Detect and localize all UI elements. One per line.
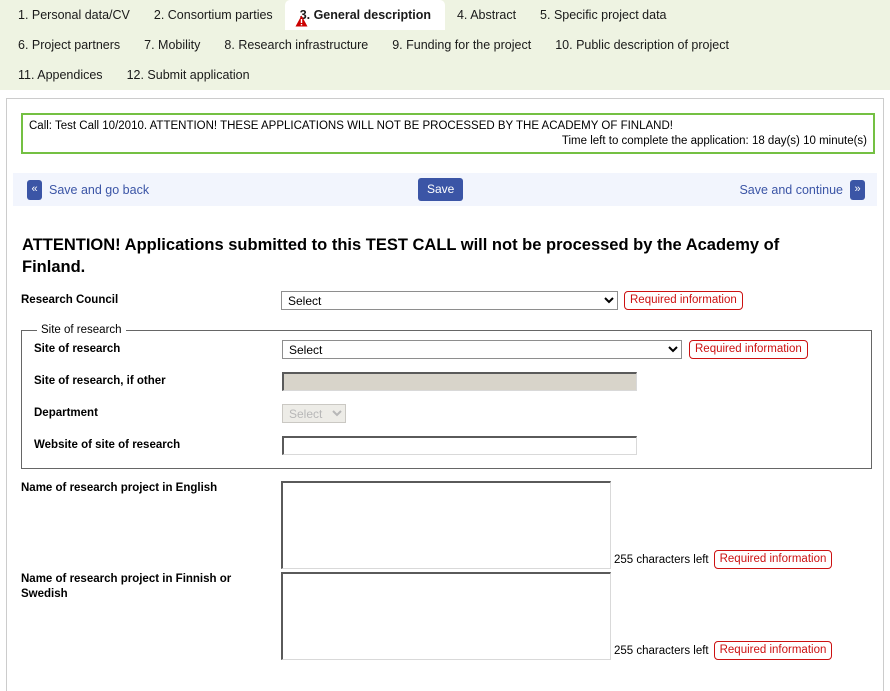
required-badge-research-council: Required information <box>624 291 743 310</box>
tab-label: 10. Public description of project <box>555 38 729 52</box>
save-button-wrapper: Save <box>418 173 464 206</box>
tab-funding-for-the-project[interactable]: 9. Funding for the project <box>380 30 543 60</box>
field-site-of-research: Site of research Select Required informa… <box>34 340 871 359</box>
characters-left-finnish-swedish: 255 characters left <box>614 644 709 657</box>
required-badge-site-of-research: Required information <box>689 340 808 359</box>
field-project-name-english: Name of research project in English 255 … <box>21 481 869 569</box>
tab-specific-project-data[interactable]: 5. Specific project data <box>528 0 678 30</box>
save-and-go-back-button[interactable]: « Save and go back <box>27 173 149 206</box>
characters-left-english: 255 characters left <box>614 553 709 566</box>
tab-label: 1. Personal data/CV <box>18 8 130 22</box>
tab-project-partners[interactable]: 6. Project partners <box>6 30 132 60</box>
main-panel: Call: Test Call 10/2010. ATTENTION! THES… <box>6 98 884 691</box>
page-title: ATTENTION! Applications submitted to thi… <box>22 236 780 276</box>
tab-label: 6. Project partners <box>18 38 121 52</box>
tab-label: 7. Mobility <box>144 38 201 52</box>
tab-label: 12. Submit application <box>126 68 250 82</box>
tab-consortium-parties[interactable]: 2. Consortium parties <box>142 0 285 30</box>
required-badge-project-name-finnish-swedish: Required information <box>713 641 833 660</box>
save-and-continue-button[interactable]: Save and continue » <box>739 173 865 206</box>
call-info-line: Call: Test Call 10/2010. ATTENTION! THES… <box>29 120 673 132</box>
tab-submit-application[interactable]: 12. Submit application <box>115 60 262 90</box>
research-council-label: Research Council <box>21 294 119 306</box>
chevron-left-icon[interactable]: « <box>27 179 42 200</box>
form-toolbar: « Save and go back Save Save and continu… <box>13 173 877 206</box>
project-name-finnish-swedish-meta: 255 characters left Required information <box>614 641 833 660</box>
project-name-english-meta: 255 characters left Required information <box>614 550 833 569</box>
site-of-research-other-input <box>282 372 637 391</box>
field-site-of-research-other: Site of research, if other <box>34 372 871 391</box>
project-name-finnish-swedish-label: Name of research project in Finnish or S… <box>21 573 232 600</box>
tab-label: 4. Abstract <box>456 8 517 22</box>
site-of-research-select[interactable]: Select <box>282 340 682 359</box>
site-of-research-legend: Site of research <box>41 324 122 336</box>
tab-label: 3. General description <box>299 8 431 22</box>
site-of-research-label: Site of research <box>34 343 121 355</box>
site-of-research-other-label: Site of research, if other <box>34 375 166 387</box>
tab-label: 8. Research infrastructure <box>224 38 369 52</box>
research-council-select[interactable]: Select <box>281 291 618 310</box>
tab-row-2: 6. Project partners 7. Mobility 8. Resea… <box>0 30 890 60</box>
website-of-site-input[interactable] <box>282 436 637 455</box>
tab-appendices[interactable]: 11. Appendices <box>6 60 115 90</box>
field-project-name-finnish-swedish: Name of research project in Finnish or S… <box>21 572 869 660</box>
time-left-line: Time left to complete the application: 1… <box>561 135 867 147</box>
save-button[interactable]: Save <box>418 178 464 201</box>
tab-row-3: 11. Appendices 12. Submit application <box>0 60 890 90</box>
tab-row-1: 1. Personal data/CV 2. Consortium partie… <box>0 0 890 30</box>
project-name-finnish-swedish-textarea[interactable] <box>281 572 611 660</box>
tab-label: 5. Specific project data <box>540 8 667 22</box>
tab-personal-data-cv[interactable]: 1. Personal data/CV <box>6 0 142 30</box>
tab-general-description[interactable]: 3. General description <box>284 0 445 30</box>
tab-research-infrastructure[interactable]: 8. Research infrastructure <box>212 30 380 60</box>
tab-label: 2. Consortium parties <box>153 8 273 22</box>
tab-mobility[interactable]: 7. Mobility <box>132 30 212 60</box>
website-of-site-label: Website of site of research <box>34 439 181 451</box>
project-name-english-textarea[interactable] <box>281 481 611 569</box>
form-content: ATTENTION! Applications submitted to thi… <box>7 234 883 660</box>
site-of-research-fieldset: Site of research Site of research Select… <box>21 324 872 469</box>
chevron-right-icon[interactable]: » <box>850 179 865 200</box>
tab-label: 11. Appendices <box>18 68 103 82</box>
tab-abstract[interactable]: 4. Abstract <box>445 0 528 30</box>
project-name-english-label: Name of research project in English <box>21 482 218 494</box>
field-department: Department Select <box>34 404 871 423</box>
required-badge-project-name-english: Required information <box>713 550 833 569</box>
save-and-continue-label: Save and continue <box>739 182 843 197</box>
field-website-of-site: Website of site of research <box>34 436 871 455</box>
tab-bar: 1. Personal data/CV 2. Consortium partie… <box>0 0 890 90</box>
save-and-go-back-label: Save and go back <box>49 182 150 197</box>
department-label: Department <box>34 407 98 419</box>
field-research-council: Research Council Select Required informa… <box>21 291 869 310</box>
call-info-box: Call: Test Call 10/2010. ATTENTION! THES… <box>21 113 875 154</box>
tab-label: 9. Funding for the project <box>392 38 532 52</box>
department-select: Select <box>282 404 346 423</box>
tab-public-description-of-project[interactable]: 10. Public description of project <box>543 30 741 60</box>
